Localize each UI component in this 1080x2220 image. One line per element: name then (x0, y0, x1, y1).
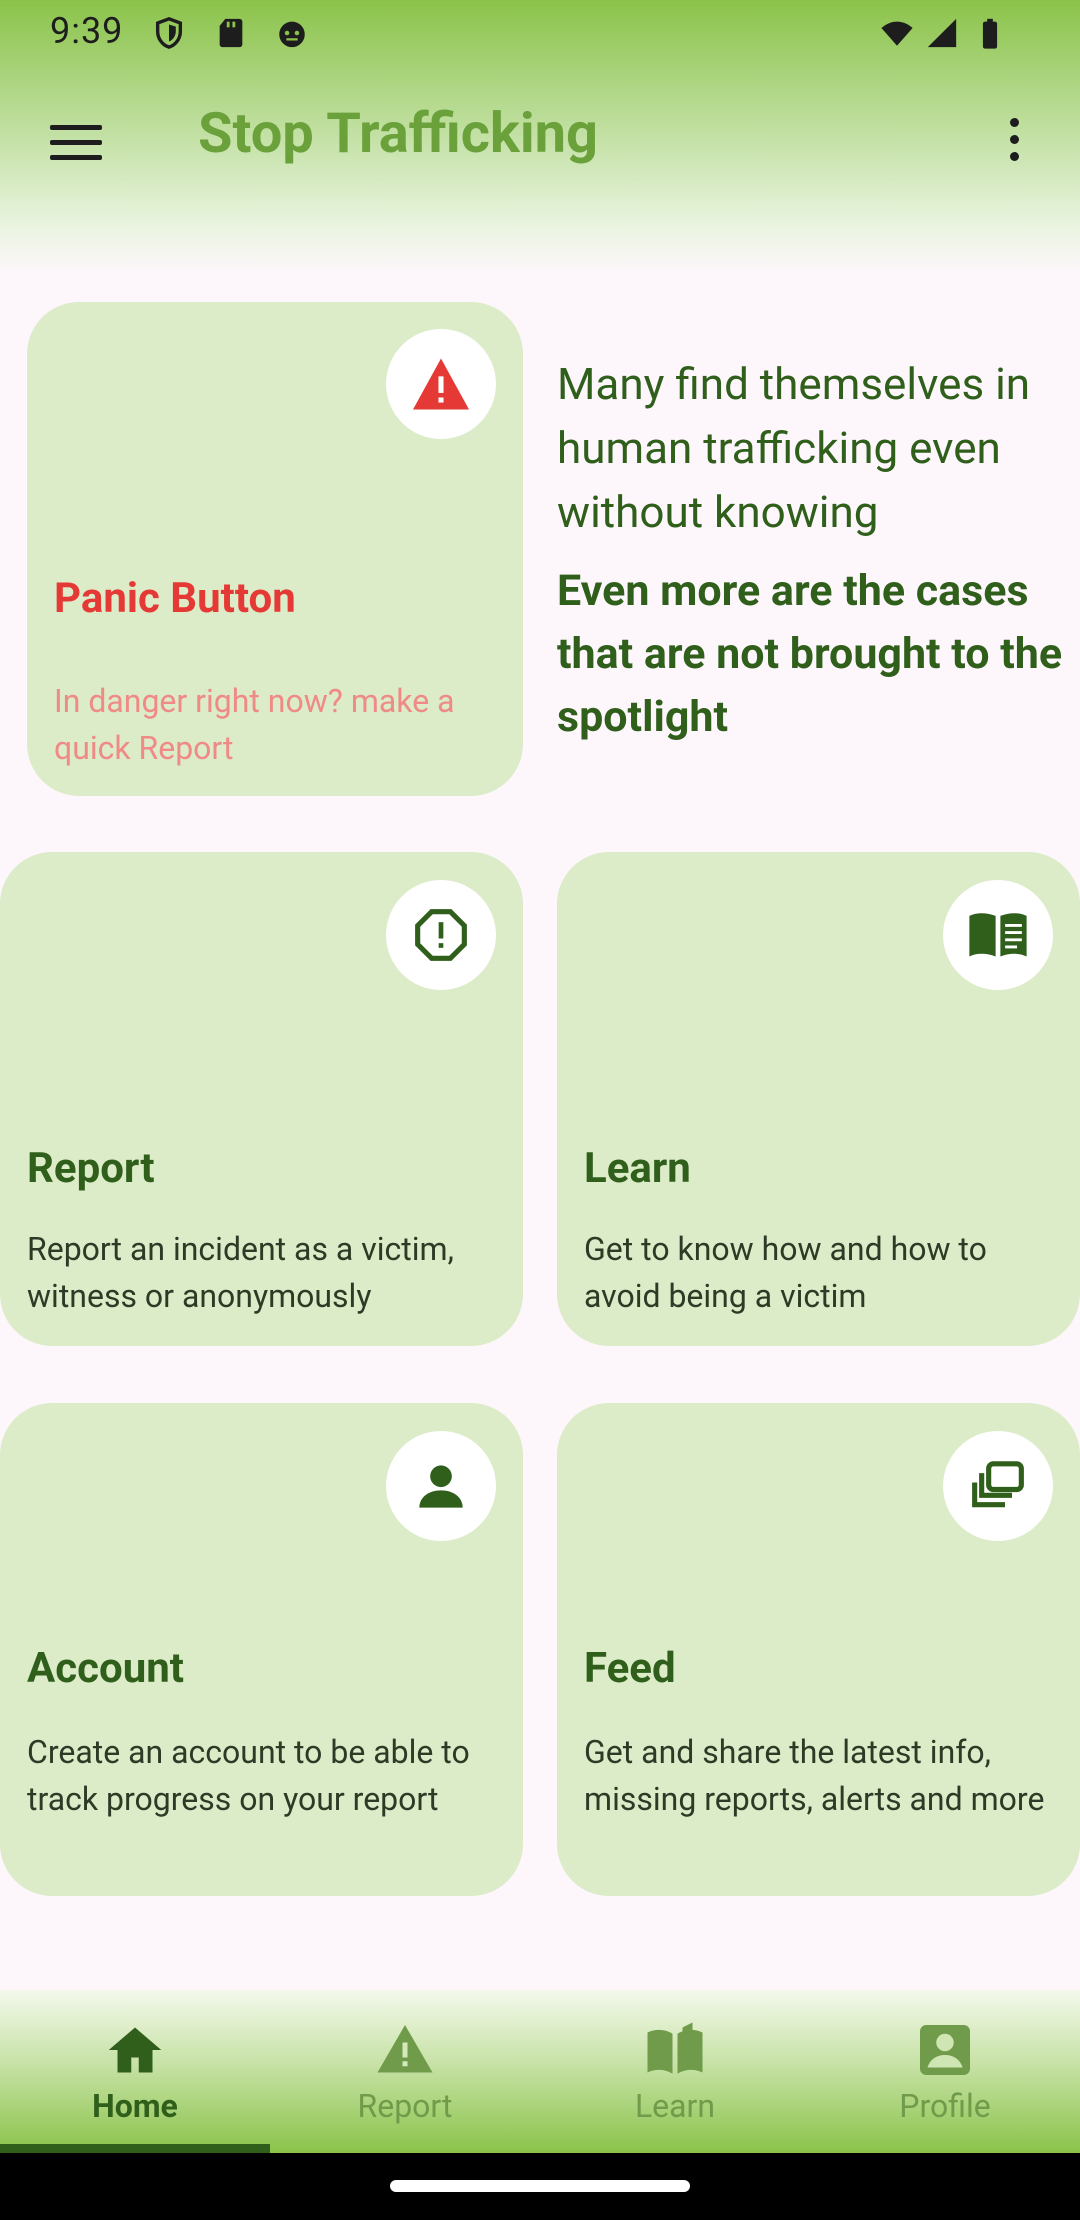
nav-label-profile: Profile (899, 2087, 991, 2125)
nav-item-home[interactable]: Home (0, 1990, 270, 2153)
app-bar: Stop Trafficking (0, 90, 1080, 190)
android-debug-icon (279, 21, 305, 48)
account-card-description: Create an account to be able to track pr… (27, 1733, 470, 1818)
more-options-icon[interactable] (1000, 118, 1028, 168)
learn-card[interactable]: Learn Get to know how and how to avoid b… (557, 852, 1080, 1346)
learn-card-description: Get to know how and how to avoid being a… (584, 1230, 987, 1315)
nav-label-learn: Learn (634, 2087, 716, 2125)
feed-icon-bubble (943, 1431, 1053, 1541)
book-icon (969, 913, 1027, 957)
nav-active-indicator (0, 2144, 270, 2153)
nav-label-report: Report (357, 2087, 453, 2125)
report-card-description: Report an incident as a victim, witness … (27, 1230, 454, 1315)
panic-button-title: Panic Button (54, 574, 296, 623)
feed-icon (972, 1461, 1024, 1508)
wifi-icon (881, 21, 913, 46)
warning-icon (377, 2025, 433, 2073)
battery-icon (982, 18, 998, 49)
account-card-title: Account (27, 1644, 184, 1693)
status-time: 9:39 (50, 10, 124, 52)
panic-button-card[interactable]: Panic Button In danger right now? make a… (27, 302, 523, 796)
learn-icon-bubble (943, 880, 1053, 990)
home-icon (108, 2027, 162, 2073)
promo-text-secondary: Even more are the cases that are not bro… (557, 566, 1063, 742)
person-icon (419, 1465, 463, 1508)
account-icon-bubble (386, 1431, 496, 1541)
report-card-title: Report (27, 1144, 155, 1193)
bottom-navigation: Home Report Learn Profile (0, 1990, 1080, 2153)
sd-card-icon (219, 18, 243, 48)
account-box-icon (920, 2025, 970, 2075)
feed-card[interactable]: Feed Get and share the latest info, miss… (557, 1403, 1080, 1896)
shield-icon (155, 17, 183, 49)
app-title: Stop Trafficking (198, 100, 599, 166)
cell-signal-icon (927, 18, 957, 48)
report-card[interactable]: Report Report an incident as a victim, w… (0, 852, 523, 1346)
map-book-icon (647, 2022, 703, 2074)
report-icon (415, 909, 467, 961)
menu-icon[interactable] (50, 125, 102, 161)
nav-item-learn[interactable]: Learn (540, 1990, 810, 2153)
feed-card-description: Get and share the latest info, missing r… (584, 1733, 1045, 1818)
panic-icon-bubble (386, 329, 496, 439)
promo-text-primary: Many find themselves in human traffickin… (557, 358, 1031, 538)
warning-icon (413, 358, 469, 410)
learn-card-title: Learn (584, 1144, 691, 1193)
feed-card-title: Feed (584, 1644, 676, 1693)
home-gesture-handle[interactable] (390, 2180, 690, 2192)
panic-button-description: In danger right now? make a quick Report (54, 682, 455, 767)
report-icon-bubble (386, 880, 496, 990)
nav-item-profile[interactable]: Profile (810, 1990, 1080, 2153)
nav-item-report[interactable]: Report (270, 1990, 540, 2153)
nav-label-home: Home (92, 2087, 178, 2125)
account-card[interactable]: Account Create an account to be able to … (0, 1403, 523, 1896)
status-bar: 9:39 (0, 0, 1080, 66)
top-header: 9:39 Stop Trafficking (0, 0, 1080, 275)
